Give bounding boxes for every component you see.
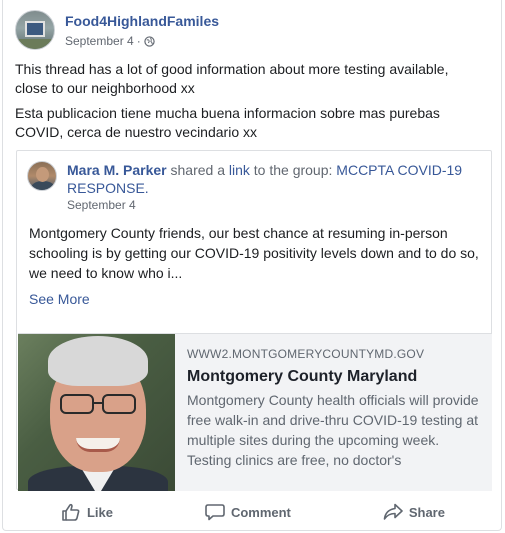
facebook-post: Food4HighlandFamiles September 4 · This …: [2, 0, 502, 531]
avatar-shirt-graphic: [31, 181, 55, 190]
post-date[interactable]: September 4: [65, 33, 134, 49]
see-more-link[interactable]: See More: [29, 291, 90, 307]
avatar-face-graphic: [36, 167, 49, 182]
shared-date[interactable]: September 4: [67, 197, 477, 213]
post-header: Food4HighlandFamiles September 4 ·: [15, 10, 219, 52]
post-meta: Food4HighlandFamiles September 4 ·: [65, 12, 219, 49]
comment-button[interactable]: Comment: [205, 503, 291, 521]
like-button[interactable]: Like: [61, 503, 113, 521]
author-avatar[interactable]: [27, 161, 57, 191]
post-text-spanish: Esta publicacion tiene mucha buena infor…: [15, 105, 440, 140]
shared-post-container: Mara M. Parker shared a link to the grou…: [16, 150, 492, 491]
shared-link-word[interactable]: link: [229, 162, 250, 178]
link-description: Montgomery County health officials will …: [187, 392, 479, 468]
thumb-glasses-right: [102, 394, 136, 414]
avatar-ground-graphic: [16, 39, 54, 49]
shared-post-header: Mara M. Parker shared a link to the grou…: [27, 161, 477, 213]
to-group-text: to the group:: [253, 162, 333, 178]
shared-attribution: Mara M. Parker shared a link to the grou…: [67, 161, 477, 197]
post-text-english: This thread has a lot of good informatio…: [15, 61, 449, 96]
thumbs-up-icon: [62, 503, 80, 521]
link-domain: WWW2.MONTGOMERYCOUNTYMD.GOV: [187, 347, 425, 361]
link-preview-card[interactable]: WWW2.MONTGOMERYCOUNTYMD.GOV Montgomery C…: [18, 333, 492, 491]
share-arrow-icon: [383, 503, 403, 520]
page-name-link[interactable]: Food4HighlandFamiles: [65, 12, 219, 30]
thumb-glasses-left: [60, 394, 94, 414]
avatar-sign-graphic: [25, 21, 45, 37]
share-button[interactable]: Share: [383, 503, 445, 521]
link-title[interactable]: Montgomery County Maryland: [187, 366, 482, 388]
author-name-link[interactable]: Mara M. Parker: [67, 162, 167, 178]
comment-label: Comment: [230, 504, 291, 520]
thumb-hair-graphic: [48, 336, 148, 386]
globe-icon[interactable]: [144, 35, 155, 47]
post-actions: Like Comment Share: [15, 496, 491, 528]
share-label: Share: [408, 504, 445, 520]
shared-post-body: Montgomery County friends, our best chan…: [29, 225, 479, 281]
shared-verb: shared a: [170, 162, 225, 178]
link-thumbnail[interactable]: [18, 334, 175, 491]
link-info: WWW2.MONTGOMERYCOUNTYMD.GOV Montgomery C…: [175, 334, 492, 491]
post-date-row: September 4 ·: [65, 33, 219, 49]
shared-meta: Mara M. Parker shared a link to the grou…: [67, 161, 477, 213]
like-label: Like: [86, 504, 113, 520]
date-separator: ·: [136, 34, 141, 48]
comment-icon: [205, 504, 225, 521]
page-avatar[interactable]: [15, 10, 55, 50]
post-text: This thread has a lot of good informatio…: [15, 60, 485, 148]
thumb-glasses-bridge: [94, 402, 102, 404]
